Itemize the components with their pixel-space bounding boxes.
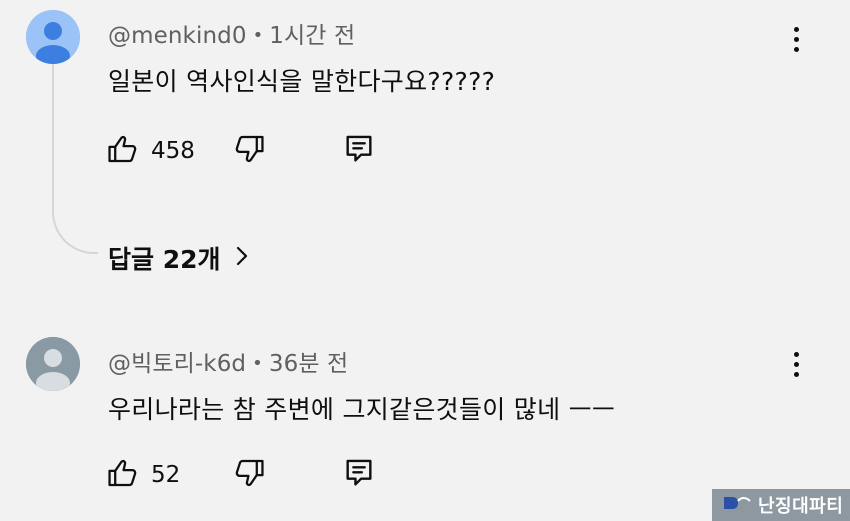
watermark: 난징대파티 bbox=[712, 489, 850, 521]
comment-text: 우리나라는 참 주변에 그지같은것들이 많네 ㅡㅡ bbox=[108, 395, 616, 424]
comment-reply-icon[interactable] bbox=[342, 132, 376, 170]
view-replies-button[interactable]: 답글 22개 bbox=[108, 240, 249, 276]
comment-reply-icon[interactable] bbox=[342, 456, 376, 494]
comment-meta: @menkind0 • 1시간 전 bbox=[108, 16, 355, 50]
comment-meta: @빅토리-k6d • 36분 전 bbox=[108, 344, 348, 378]
thread-line bbox=[52, 64, 98, 254]
like-count: 52 bbox=[151, 462, 181, 488]
avatar[interactable] bbox=[26, 337, 80, 391]
thumbs-up-icon[interactable] bbox=[106, 456, 140, 494]
watermark-logo-icon bbox=[722, 493, 752, 517]
thumbs-down-icon[interactable] bbox=[232, 456, 266, 494]
like-count: 458 bbox=[151, 138, 195, 164]
meta-separator: • bbox=[252, 353, 263, 374]
comment-text: 일본이 역사인식을 말한다구요????? bbox=[108, 67, 496, 96]
chevron-right-icon bbox=[235, 244, 249, 273]
avatar[interactable] bbox=[26, 10, 80, 64]
meta-separator: • bbox=[252, 25, 264, 46]
timestamp[interactable]: 36분 전 bbox=[269, 351, 348, 377]
more-vertical-icon[interactable] bbox=[786, 347, 806, 381]
timestamp[interactable]: 1시간 전 bbox=[269, 23, 355, 49]
watermark-text: 난징대파티 bbox=[758, 496, 844, 517]
username[interactable]: @menkind0 bbox=[108, 23, 247, 49]
comment-1: @menkind0 • 1시간 전 일본이 역사인식을 말한다구요????? 458 bbox=[0, 0, 850, 300]
thumbs-up-icon[interactable] bbox=[106, 132, 140, 170]
more-vertical-icon[interactable] bbox=[786, 22, 806, 56]
replies-label: 답글 22개 bbox=[108, 245, 221, 274]
username[interactable]: @빅토리-k6d bbox=[108, 351, 246, 377]
thumbs-down-icon[interactable] bbox=[232, 132, 266, 170]
